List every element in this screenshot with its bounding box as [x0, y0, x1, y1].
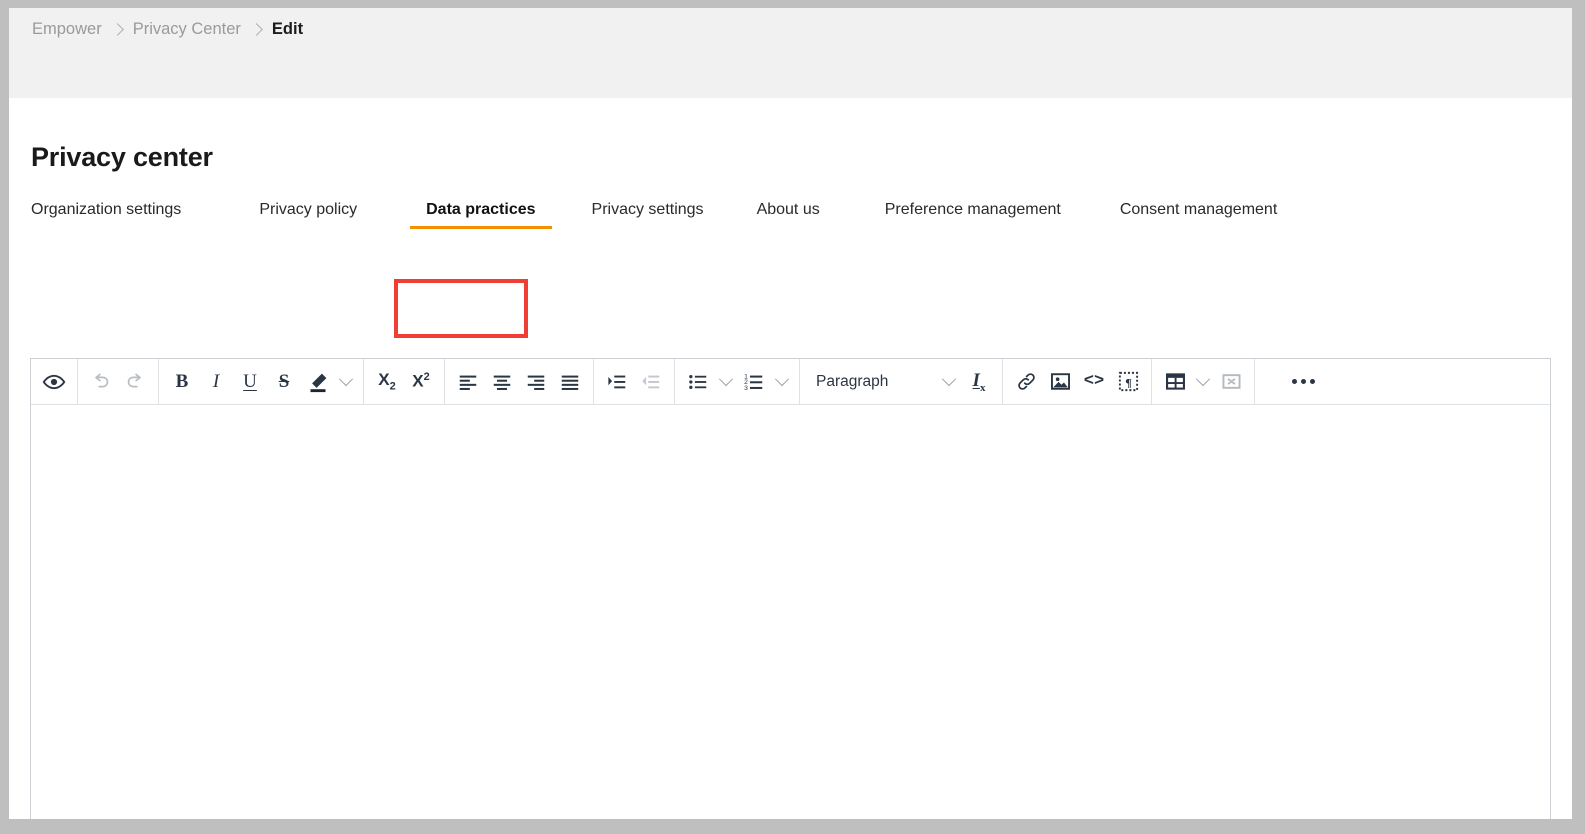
show-blocks-icon[interactable]: ¶: [1111, 360, 1145, 404]
tab-data-practices[interactable]: Data practices: [410, 201, 551, 233]
toolbar-group-lists: 1 2 3: [675, 359, 800, 404]
delete-table-icon[interactable]: [1214, 360, 1248, 404]
app-page: Empower Privacy Center Edit Privacy cent…: [9, 8, 1572, 819]
bold-icon[interactable]: B: [165, 360, 199, 404]
tab-privacy-policy[interactable]: Privacy policy: [259, 201, 357, 233]
breadcrumb-item-privacy-center[interactable]: Privacy Center: [133, 20, 241, 39]
italic-icon[interactable]: I: [199, 360, 233, 404]
undo-icon[interactable]: [84, 360, 118, 404]
tab-organization-settings[interactable]: Organization settings: [31, 201, 181, 233]
tab-privacy-settings[interactable]: Privacy settings: [592, 201, 704, 233]
eye-icon[interactable]: [37, 360, 71, 404]
annotation-highlight-box: [394, 279, 528, 338]
toolbar-group-overflow: [1255, 359, 1550, 404]
tab-label: About us: [757, 201, 820, 219]
chevron-right-icon: [111, 23, 124, 36]
tab-label: Consent management: [1120, 201, 1277, 219]
tab-label: Organization settings: [31, 201, 181, 219]
toolbar-group-alignment: [445, 359, 594, 404]
toolbar-group-paragraph-style: Paragraph Ix: [800, 359, 1003, 404]
strikethrough-icon[interactable]: S: [267, 360, 301, 404]
superscript-icon[interactable]: X2: [404, 360, 438, 404]
toolbar-group-table: [1152, 359, 1255, 404]
align-right-icon[interactable]: [519, 360, 553, 404]
tab-active-indicator: [410, 226, 551, 229]
bulleted-list-icon[interactable]: [681, 360, 715, 404]
link-icon[interactable]: [1009, 360, 1043, 404]
tab-about-us[interactable]: About us: [757, 201, 820, 233]
tab-bar: Organization settings Privacy policy Dat…: [31, 201, 1277, 247]
page-title: Privacy center: [31, 142, 213, 173]
toolbar-group-preview: [31, 359, 78, 404]
breadcrumb-item-empower[interactable]: Empower: [32, 20, 102, 39]
chevron-down-icon[interactable]: [335, 360, 357, 404]
editor-content-area[interactable]: [31, 405, 1550, 819]
subscript-icon[interactable]: X2: [370, 360, 404, 404]
underline-icon[interactable]: U: [233, 360, 267, 404]
align-justify-icon[interactable]: [553, 360, 587, 404]
chevron-down-icon[interactable]: [940, 360, 958, 404]
source-code-icon[interactable]: <>: [1077, 360, 1111, 404]
image-icon[interactable]: [1043, 360, 1077, 404]
highlighter-icon[interactable]: [301, 360, 335, 404]
page-header: Empower Privacy Center Edit: [9, 8, 1572, 98]
svg-text:¶: ¶: [1125, 375, 1131, 389]
align-left-icon[interactable]: [451, 360, 485, 404]
toolbar-group-inline-format: B I U S: [159, 359, 364, 404]
tab-label: Preference management: [885, 201, 1061, 219]
breadcrumb: Empower Privacy Center Edit: [32, 20, 303, 39]
chevron-down-icon[interactable]: [771, 360, 793, 404]
tab-label: Data practices: [426, 201, 535, 219]
align-center-icon[interactable]: [485, 360, 519, 404]
toolbar-group-indentation: [594, 359, 675, 404]
rich-text-editor: B I U S: [30, 358, 1551, 819]
tab-preference-management[interactable]: Preference management: [885, 201, 1061, 233]
tab-label: Privacy policy: [259, 201, 357, 219]
table-icon[interactable]: [1158, 360, 1192, 404]
tab-consent-management[interactable]: Consent management: [1120, 201, 1277, 233]
indent-icon[interactable]: [600, 360, 634, 404]
paragraph-style-select[interactable]: Paragraph: [806, 360, 962, 404]
outdent-icon[interactable]: [634, 360, 668, 404]
numbered-list-icon[interactable]: 1 2 3: [737, 360, 771, 404]
screenshot-root: Empower Privacy Center Edit Privacy cent…: [0, 0, 1585, 834]
tab-label: Privacy settings: [592, 201, 704, 219]
more-options-icon[interactable]: [1283, 360, 1323, 404]
breadcrumb-item-edit: Edit: [272, 20, 303, 39]
toolbar-group-insert: <> ¶: [1003, 359, 1152, 404]
paragraph-style-value: Paragraph: [816, 373, 888, 391]
svg-text:3: 3: [744, 385, 748, 392]
toolbar-group-history: [78, 359, 159, 404]
chevron-down-icon[interactable]: [1192, 360, 1214, 404]
toolbar-group-script: X2 X2: [364, 359, 445, 404]
editor-toolbar: B I U S: [31, 359, 1550, 405]
remove-format-icon[interactable]: Ix: [962, 360, 996, 404]
chevron-right-icon: [250, 23, 263, 36]
chevron-down-icon[interactable]: [715, 360, 737, 404]
redo-icon[interactable]: [118, 360, 152, 404]
